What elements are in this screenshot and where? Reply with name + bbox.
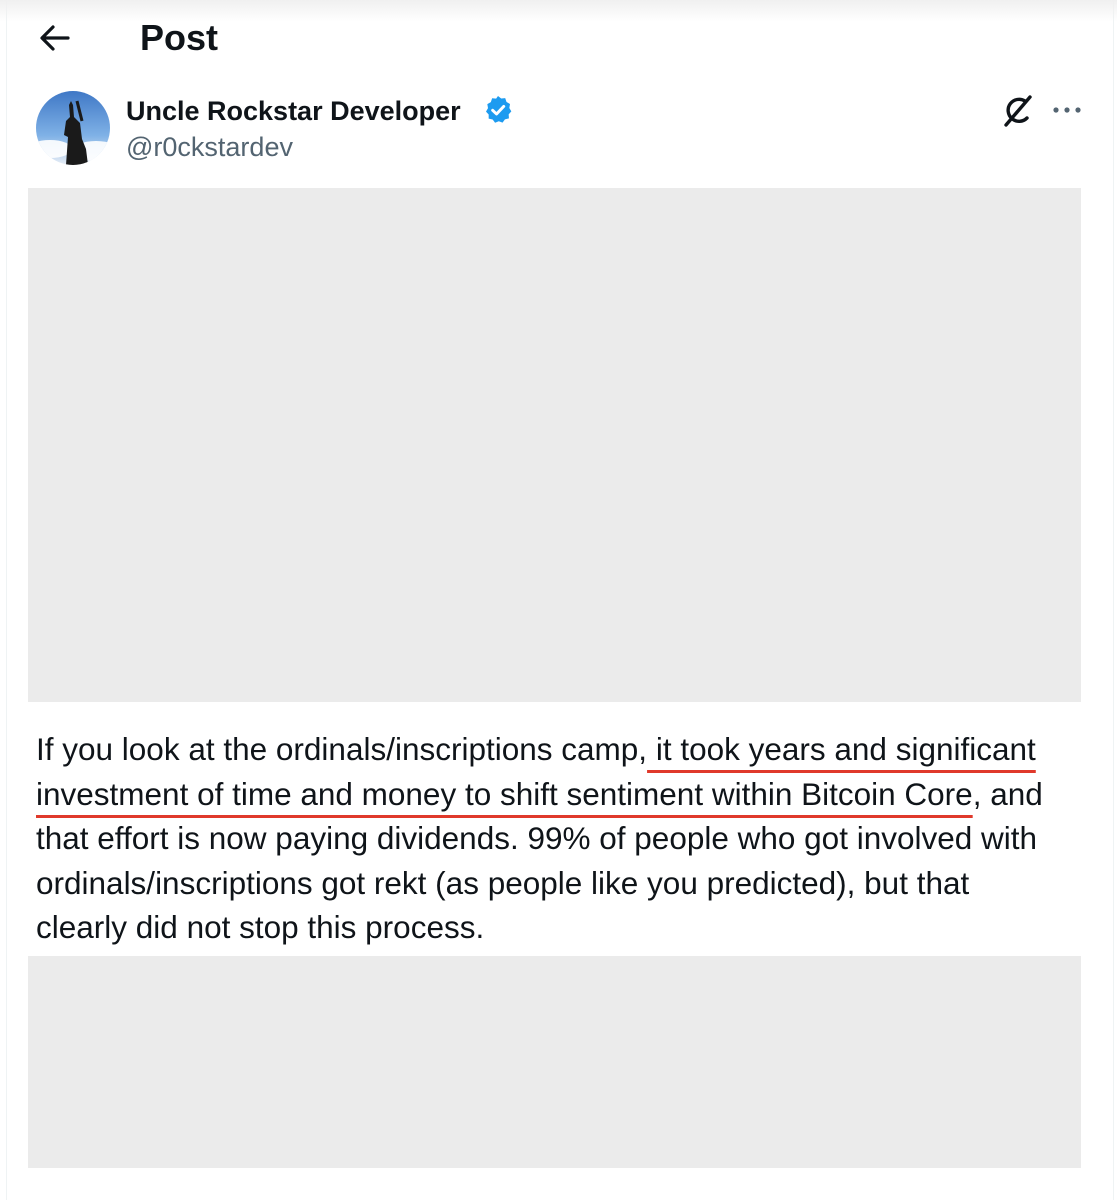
post-line: ordinals/inscriptions got rekt (as peopl… <box>36 861 1096 906</box>
author-name[interactable]: Uncle Rockstar Developer <box>126 94 461 128</box>
post-text-segment: that effort is now paying dividends. 99%… <box>36 820 1038 856</box>
highlighted-text: investment of time and money to shift se… <box>36 775 973 812</box>
post-text-segment: If you look at the ordinals/inscriptions… <box>36 731 648 767</box>
post-text-segment: clearly did not stop this process. <box>36 909 485 945</box>
header: Post <box>0 0 1117 78</box>
avatar[interactable] <box>36 91 110 165</box>
post-text: If you look at the ordinals/inscriptions… <box>36 727 1096 950</box>
redacted-media-bottom <box>28 956 1081 1168</box>
post-text-segment: ordinals/inscriptions got rekt (as peopl… <box>36 864 970 901</box>
page-title: Post <box>140 17 219 58</box>
arrow-left-icon[interactable] <box>36 22 72 54</box>
redacted-media-top <box>28 188 1081 702</box>
highlighted-text: it took years and significant <box>647 731 1036 767</box>
author-handle[interactable]: @r0ckstardev <box>126 130 293 164</box>
post-line: that effort is now paying dividends. 99%… <box>36 816 1096 861</box>
post-text-segment: , and <box>972 775 1043 812</box>
post-line: clearly did not stop this process. <box>36 905 1096 950</box>
post-line: investment of time and money to shift se… <box>36 772 1096 817</box>
more-horizontal-icon[interactable] <box>1049 96 1085 124</box>
post-line: If you look at the ordinals/inscriptions… <box>36 727 1096 772</box>
grok-icon[interactable] <box>998 92 1036 130</box>
verified-badge-icon <box>482 94 514 126</box>
